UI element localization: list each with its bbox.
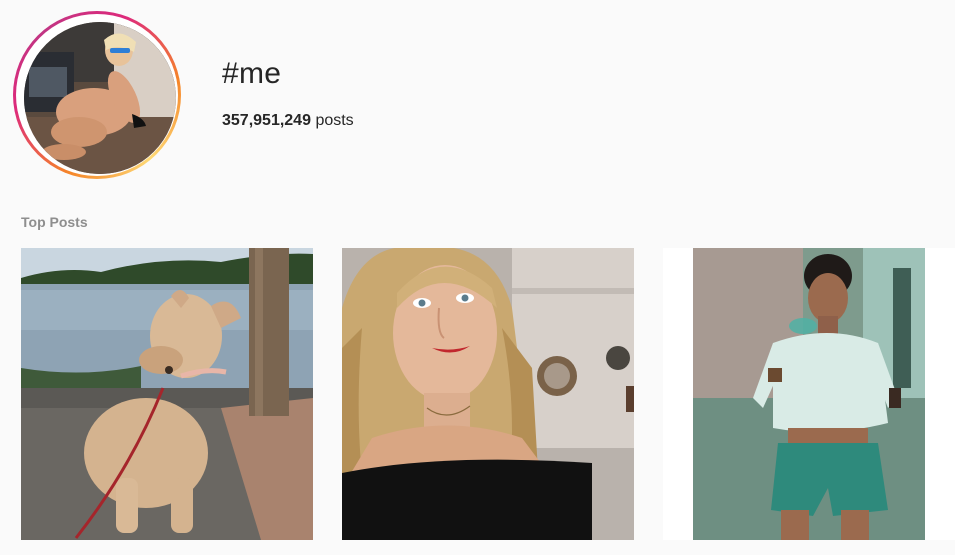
post-image-selfie [342, 248, 634, 540]
post-image-dog [21, 248, 313, 540]
top-post-3[interactable] [663, 248, 955, 540]
top-post-2[interactable] [342, 248, 634, 540]
hashtag-title: #me [222, 57, 282, 90]
avatar-photo [24, 22, 176, 174]
hashtag-avatar-ring[interactable] [13, 11, 181, 179]
post-count-number: 357,951,249 [222, 112, 311, 129]
post-count: 357,951,249 posts [222, 112, 354, 130]
hashtag-page: #me 357,951,249 posts Top Posts [0, 0, 955, 555]
hashtag-avatar[interactable] [24, 22, 176, 174]
top-posts-heading: Top Posts [21, 214, 88, 230]
top-post-1[interactable] [21, 248, 313, 540]
post-image-model [663, 248, 955, 540]
post-count-suffix: posts [315, 112, 354, 129]
